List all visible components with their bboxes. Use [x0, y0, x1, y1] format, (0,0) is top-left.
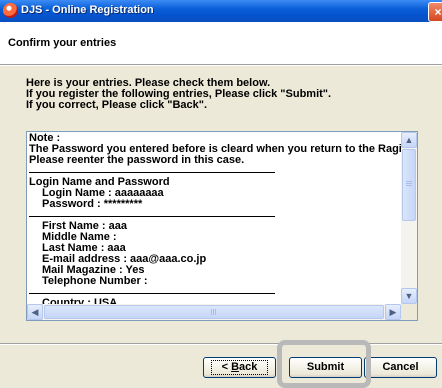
- chevron-up-icon: ▲: [404, 135, 414, 145]
- page-title: Confirm your entries: [8, 37, 117, 49]
- header-panel: Confirm your entries: [0, 22, 442, 65]
- chevron-down-icon: ▼: [404, 291, 414, 301]
- back-mnemonic: B: [231, 361, 240, 373]
- close-button[interactable]: ×: [428, 2, 442, 22]
- entries-text: Note : The Password you entered before i…: [29, 133, 407, 308]
- scroll-up-button[interactable]: ▲: [401, 132, 417, 148]
- scroll-right-button[interactable]: ▶: [385, 304, 401, 320]
- divider: [29, 172, 275, 173]
- instruction-line: If you correct, Please click "Back".: [26, 99, 208, 111]
- back-prefix: <: [221, 361, 232, 373]
- vertical-scroll-thumb[interactable]: [402, 149, 416, 221]
- vertical-scrollbar[interactable]: ▲ ▼: [401, 132, 417, 304]
- submit-highlight-outline: [277, 340, 371, 388]
- footer-separator: [0, 343, 442, 345]
- chevron-left-icon: ◀: [31, 307, 39, 317]
- title-bar[interactable]: DJS - Online Registration ×: [0, 0, 442, 22]
- horizontal-scrollbar[interactable]: ◀ ▶: [27, 304, 401, 320]
- password-value: Password : *********: [42, 198, 143, 210]
- divider: [29, 216, 275, 217]
- window-title: DJS - Online Registration: [21, 4, 154, 16]
- cancel-button[interactable]: Cancel: [364, 357, 437, 378]
- note-line: Please reenter the password in this case…: [29, 154, 245, 166]
- back-button[interactable]: < Back: [203, 357, 276, 378]
- back-button-label: < Back: [210, 360, 269, 375]
- scroll-left-button[interactable]: ◀: [27, 304, 43, 320]
- back-rest: ack: [239, 361, 258, 373]
- entries-textbox[interactable]: Note : The Password you entered before i…: [26, 131, 418, 321]
- instructions: Here is your entries. Please check them …: [26, 78, 331, 111]
- registration-window: DJS - Online Registration × Confirm your…: [0, 0, 442, 388]
- horizontal-scroll-thumb[interactable]: [44, 305, 384, 319]
- scrollbar-corner: [401, 304, 417, 320]
- scroll-down-button[interactable]: ▼: [401, 288, 417, 304]
- telephone-value: Telephone Number :: [42, 275, 148, 287]
- divider: [29, 293, 275, 294]
- chevron-right-icon: ▶: [389, 307, 397, 317]
- app-icon: [3, 3, 18, 18]
- close-icon: ×: [434, 5, 442, 19]
